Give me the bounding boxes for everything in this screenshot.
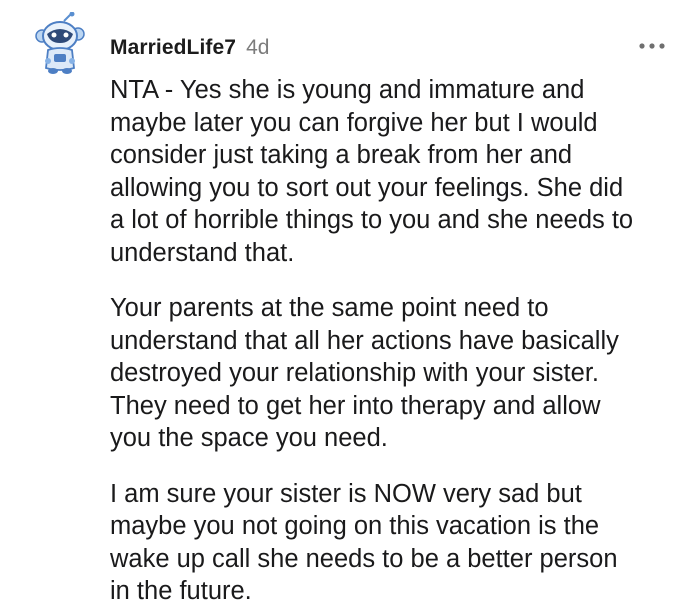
comment-line: wake up call she needs to be a better pe…	[110, 544, 618, 573]
comment-line: maybe later you can forgive her but I wo…	[110, 108, 598, 137]
comment: MarriedLife7 4d NTA - Yes she is young a…	[0, 0, 700, 609]
comment-paragraph: Your parents at the same point need to u…	[110, 292, 670, 455]
username-link[interactable]: MarriedLife7	[110, 36, 236, 60]
comment-line: understand that all her actions have bas…	[110, 326, 619, 355]
comment-body: NTA - Yes she is young and immature and …	[110, 74, 670, 609]
comment-paragraph: NTA - Yes she is young and immature and …	[110, 74, 670, 269]
comment-line: Your parents at the same point need to	[110, 294, 549, 322]
comment-line: understand that.	[110, 238, 295, 267]
comment-line: maybe you not going on this vacation is …	[110, 512, 600, 540]
comment-paragraph: I am sure your sister is NOW very sad bu…	[110, 478, 670, 608]
comment-line: NTA - Yes she is young and immature and	[110, 76, 585, 104]
comment-line: destroyed your relationship with your si…	[110, 359, 599, 387]
comment-line: a lot of horrible things to you and she …	[110, 206, 634, 234]
more-options-button[interactable]	[637, 38, 667, 54]
comment-line: I am sure your sister is NOW very sad bu…	[110, 479, 582, 508]
more-options-icon	[639, 43, 665, 49]
comment-line: in the future.	[110, 577, 252, 605]
comment-line: allowing you to sort out your feelings. …	[110, 173, 624, 202]
comment-header: MarriedLife7 4d	[110, 36, 269, 60]
comment-age: 4d	[246, 36, 270, 59]
comment-line: They need to get her into therapy and al…	[110, 391, 601, 420]
avatar[interactable]	[34, 11, 86, 76]
comment-line: consider just taking a break from her an…	[110, 141, 573, 169]
comment-line: you the space you need.	[110, 424, 388, 452]
snoo-avatar-icon	[35, 11, 85, 74]
